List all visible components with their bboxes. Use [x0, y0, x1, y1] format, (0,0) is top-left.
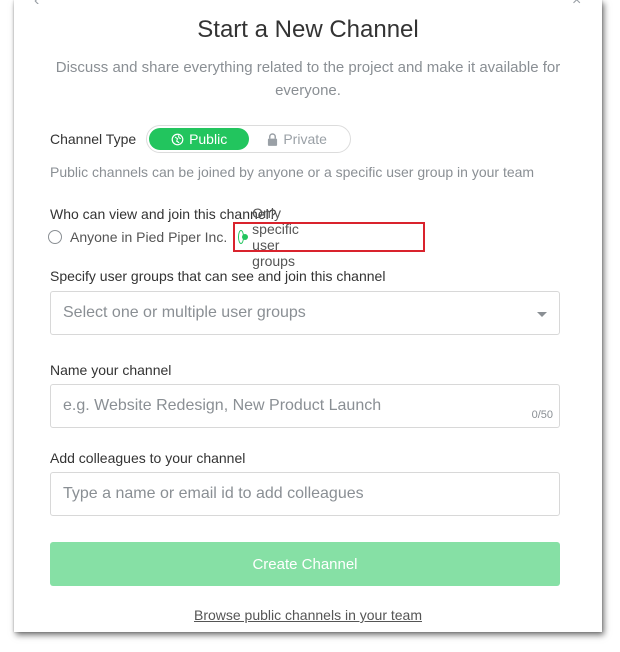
channel-type-row: Channel Type Public Private	[50, 124, 352, 154]
channel-type-label: Channel Type	[50, 131, 137, 147]
radio-anyone-label: Anyone in Pied Piper Inc.	[70, 229, 228, 245]
new-channel-modal: ‹ × Start a New Channel Discuss and shar…	[14, 0, 602, 632]
page-subtitle: Discuss and share everything related to …	[55, 59, 561, 99]
private-option[interactable]: Private	[249, 128, 345, 150]
user-groups-select[interactable]: Select one or multiple user groups	[50, 291, 560, 335]
highlight-box	[233, 222, 425, 252]
character-counter: 0/50	[531, 409, 553, 421]
create-channel-button[interactable]: Create Channel	[50, 542, 560, 586]
close-icon[interactable]: ×	[572, 0, 586, 9]
lock-icon	[267, 132, 278, 146]
colleagues-label: Add colleagues to your channel	[50, 450, 246, 466]
channel-name-label: Name your channel	[50, 362, 172, 378]
colleagues-input[interactable]: Type a name or email id to add colleague…	[50, 472, 560, 516]
user-groups-placeholder: Select one or multiple user groups	[63, 304, 306, 321]
public-option[interactable]: Public	[149, 128, 250, 150]
channel-name-placeholder: e.g. Website Redesign, New Product Launc…	[63, 397, 382, 414]
private-option-label: Private	[283, 131, 327, 147]
globe-icon	[171, 133, 184, 146]
channel-name-input[interactable]: e.g. Website Redesign, New Product Launc…	[50, 384, 560, 428]
channel-type-help: Public channels can be joined by anyone …	[50, 164, 535, 180]
chevron-down-icon	[537, 312, 547, 317]
browse-channels-link[interactable]: Browse public channels in your team	[14, 607, 602, 623]
page-title: Start a New Channel	[197, 16, 419, 43]
back-icon[interactable]: ‹	[34, 0, 48, 9]
user-groups-label: Specify user groups that can see and joi…	[50, 268, 386, 284]
colleagues-placeholder: Type a name or email id to add colleague…	[63, 485, 364, 502]
radio-anyone[interactable]: Anyone in Pied Piper Inc.	[48, 229, 227, 245]
public-option-label: Public	[189, 131, 228, 147]
radio-anyone-circle[interactable]	[48, 230, 62, 244]
visibility-options: Anyone in Pied Piper Inc. Only specific …	[48, 205, 299, 269]
channel-type-toggle: Public Private	[146, 125, 352, 153]
